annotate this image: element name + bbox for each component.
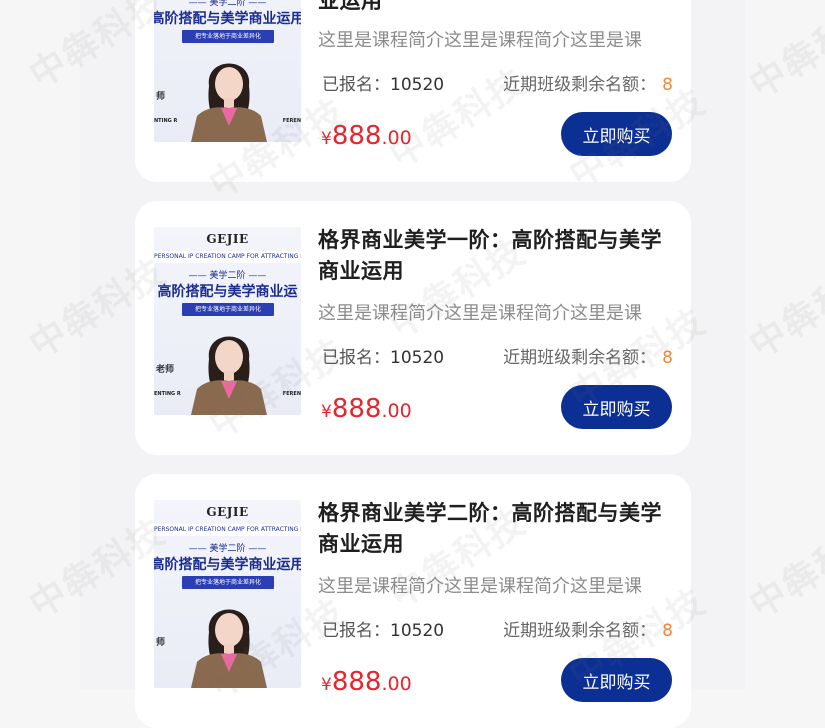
price-integer: 888: [331, 394, 382, 424]
thumb-ribbon-left: ENTING R: [154, 391, 181, 397]
remaining-label: 近期班级剩余名额：: [503, 348, 657, 368]
price-symbol: ¥: [321, 129, 332, 149]
enrolled-label: 已报名：: [322, 348, 390, 368]
thumb-headline: 高阶搭配与美学商业运: [157, 284, 298, 300]
remaining-label: 近期班级剩余名额：: [503, 75, 657, 95]
presenter-photo: [191, 63, 267, 142]
buy-button[interactable]: 立即购买: [561, 658, 672, 702]
thumb-strip: PERSONAL IP CREATION CAMP FOR ATTRACTING…: [154, 251, 301, 263]
remaining-count: 8: [662, 75, 673, 95]
price-symbol: ¥: [321, 402, 332, 422]
remaining-label: 近期班级剩余名额：: [503, 621, 657, 641]
watermark: 中犇科技: [742, 251, 825, 367]
enrolled-info: 已报名：10520: [322, 343, 444, 368]
price-symbol: ¥: [321, 675, 332, 695]
course-desc: 这里是课程简介这里是课程简介这里是课: [318, 303, 642, 324]
course-card[interactable]: —— 美学二阶 —— 高阶搭配与美学商业运用 把专业落地于商业差异化 师 NTI…: [135, 0, 691, 182]
buy-button[interactable]: 立即购买: [561, 385, 672, 429]
price-decimal: .00: [381, 673, 412, 695]
enrolled-count: 10520: [390, 621, 445, 641]
remaining-count: 8: [662, 348, 673, 368]
price: ¥888.00: [321, 394, 412, 424]
course-thumbnail[interactable]: —— 美学二阶 —— 高阶搭配与美学商业运用 把专业落地于商业差异化 师 NTI…: [154, 0, 301, 142]
course-desc: 这里是课程简介这里是课程简介这里是课: [318, 30, 642, 51]
buy-button[interactable]: 立即购买: [561, 112, 672, 156]
thumb-tag: 老师: [156, 365, 175, 375]
price: ¥888.00: [321, 121, 412, 151]
course-title[interactable]: 业运用: [318, 0, 678, 17]
watermark: 中犇科技: [742, 511, 825, 627]
remaining-count: 8: [662, 621, 673, 641]
course-title[interactable]: 格界商业美学二阶：高阶搭配与美学商业运用: [318, 498, 678, 560]
remaining-info: 近期班级剩余名额： 8: [503, 616, 673, 641]
price-decimal: .00: [381, 400, 412, 422]
course-card[interactable]: GEJIE PERSONAL IP CREATION CAMP FOR ATTR…: [135, 201, 691, 455]
enrolled-count: 10520: [390, 75, 445, 95]
thumb-sub: 把专业落地于商业差异化: [182, 303, 274, 316]
course-thumbnail[interactable]: GEJIE PERSONAL IP CREATION CAMP FOR ATTR…: [154, 500, 301, 688]
enrolled-info: 已报名：10520: [322, 616, 444, 641]
price-decimal: .00: [381, 127, 412, 149]
thumb-ribbon-right: FEREN: [282, 118, 301, 124]
course-card[interactable]: GEJIE PERSONAL IP CREATION CAMP FOR ATTR…: [135, 474, 691, 728]
course-title[interactable]: 格界商业美学一阶：高阶搭配与美学商业运用: [318, 225, 678, 287]
course-desc: 这里是课程简介这里是课程简介这里是课: [318, 576, 642, 597]
thumb-headline: 高阶搭配与美学商业运用: [154, 557, 301, 573]
thumb-sub: 把专业落地于商业差异化: [182, 30, 274, 43]
thumb-strip: PERSONAL IP CREATION CAMP FOR ATTRACTING…: [154, 524, 301, 536]
thumb-level: —— 美学二阶 ——: [188, 0, 267, 8]
enrolled-label: 已报名：: [322, 621, 390, 641]
remaining-info: 近期班级剩余名额： 8: [503, 343, 673, 368]
thumb-tag: 师: [156, 638, 166, 648]
thumb-tag: 师: [156, 92, 166, 102]
remaining-info: 近期班级剩余名额： 8: [503, 70, 673, 95]
thumb-sub: 把专业落地于商业差异化: [182, 576, 274, 589]
thumb-brand: GEJIE: [206, 232, 249, 246]
course-thumbnail[interactable]: GEJIE PERSONAL IP CREATION CAMP FOR ATTR…: [154, 227, 301, 415]
enrolled-count: 10520: [390, 348, 445, 368]
price-integer: 888: [331, 121, 382, 151]
thumb-level: —— 美学二阶 ——: [188, 544, 267, 554]
enrolled-info: 已报名：10520: [322, 70, 444, 95]
thumb-ribbon-left: NTING R: [154, 118, 178, 124]
enrolled-label: 已报名：: [322, 75, 390, 95]
thumb-level: —— 美学二阶 ——: [188, 271, 267, 281]
thumb-brand: GEJIE: [206, 505, 249, 519]
thumb-ribbon-right: FEREN: [282, 391, 301, 397]
presenter-photo: [191, 336, 267, 415]
thumb-headline: 高阶搭配与美学商业运用: [154, 11, 301, 27]
price-integer: 888: [331, 667, 382, 697]
watermark: 中犇科技: [742, 0, 825, 107]
presenter-photo: [191, 609, 267, 688]
price: ¥888.00: [321, 667, 412, 697]
